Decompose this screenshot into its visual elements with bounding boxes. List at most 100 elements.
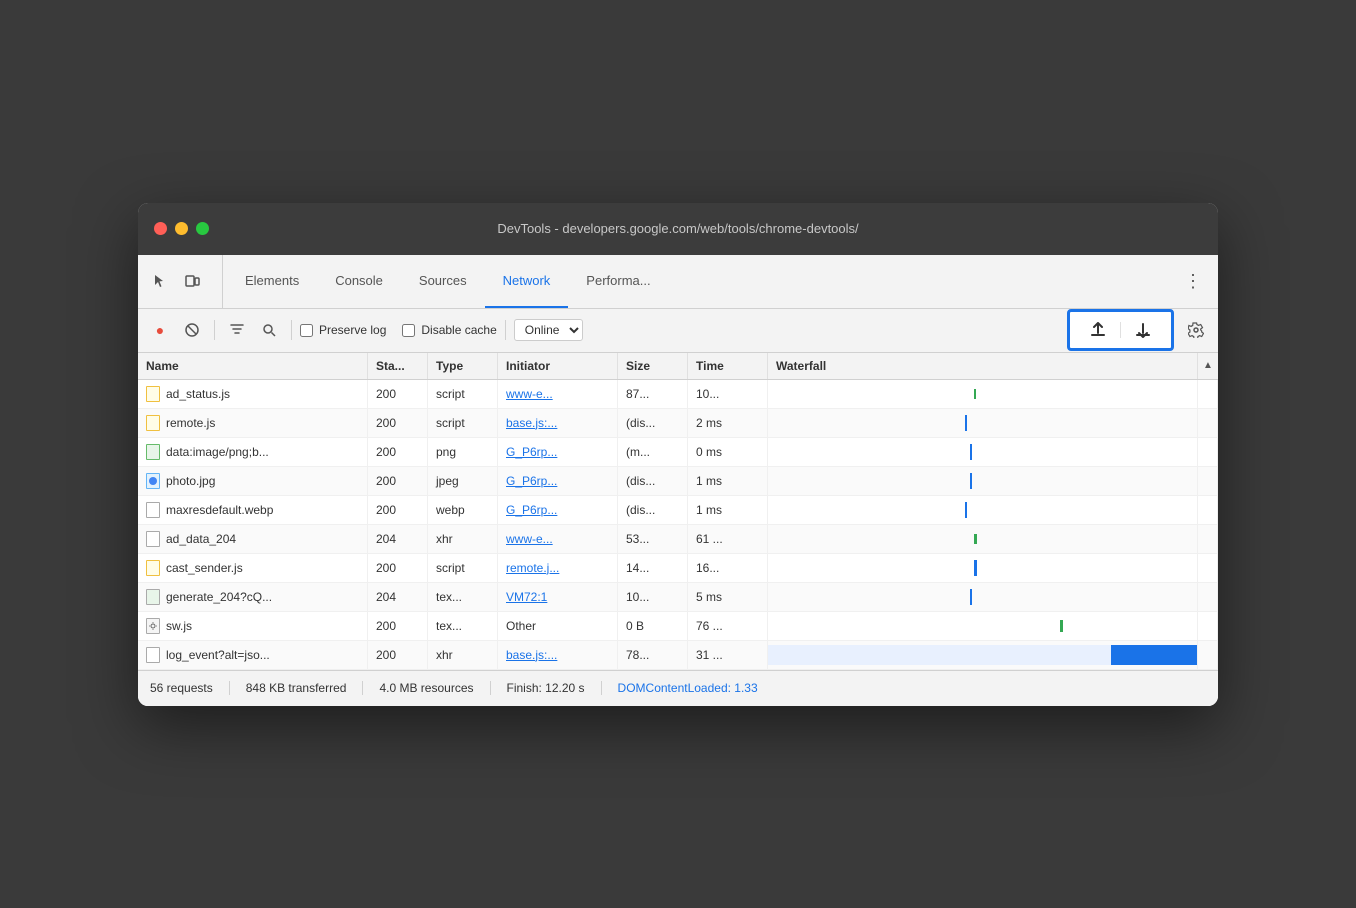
maximize-button[interactable] [196,222,209,235]
row-status: 200 [368,380,428,408]
select-tool-icon[interactable] [146,267,174,295]
upload-download-box [1067,309,1174,351]
col-status[interactable]: Sta... [368,353,428,379]
disable-cache-label[interactable]: Disable cache [402,323,496,337]
title-bar: DevTools - developers.google.com/web/too… [138,203,1218,255]
row-status: 200 [368,496,428,524]
col-size[interactable]: Size [618,353,688,379]
row-name: ad_data_204 [166,532,236,546]
col-time[interactable]: Time [688,353,768,379]
row-type: jpeg [428,467,498,495]
col-name[interactable]: Name [138,353,368,379]
ud-separator [1120,322,1121,338]
row-extra [1198,525,1218,553]
row-name: data:image/png;b... [166,445,269,459]
tab-bar: Elements Console Sources Network Perform… [138,255,1218,309]
row-extra [1198,554,1218,582]
row-type: script [428,554,498,582]
row-time: 0 ms [688,438,768,466]
col-sort[interactable]: ▲ [1198,353,1218,379]
row-type: script [428,380,498,408]
status-bar: 56 requests 848 KB transferred 4.0 MB re… [138,670,1218,706]
divider-3 [505,320,506,340]
tab-sources[interactable]: Sources [401,255,485,308]
row-name: maxresdefault.webp [166,503,273,517]
row-status: 204 [368,525,428,553]
row-type: png [428,438,498,466]
row-initiator: G_P6rp... [498,467,618,495]
more-tabs-button[interactable]: ⋮ [1176,255,1210,308]
row-name: cast_sender.js [166,561,243,575]
row-status: 200 [368,641,428,669]
row-waterfall [768,380,1198,408]
row-time: 76 ... [688,612,768,640]
col-waterfall[interactable]: Waterfall [768,353,1198,379]
table-row[interactable]: generate_204?cQ... 204 tex... VM72:1 10.… [138,583,1218,612]
clear-button[interactable] [178,316,206,344]
table-row[interactable]: sw.js 200 tex... Other 0 B 76 ... [138,612,1218,641]
row-time: 2 ms [688,409,768,437]
table-row[interactable]: remote.js 200 script base.js:... (dis...… [138,409,1218,438]
col-type[interactable]: Type [428,353,498,379]
row-extra [1198,467,1218,495]
divider-1 [214,320,215,340]
record-button[interactable]: ● [146,316,174,344]
file-icon [146,473,160,489]
row-status: 200 [368,612,428,640]
throttle-select[interactable]: Online [514,319,583,341]
row-size: 10... [618,583,688,611]
tab-elements[interactable]: Elements [227,255,317,308]
row-name: log_event?alt=jso... [166,648,270,662]
settings-button[interactable] [1182,316,1210,344]
row-status: 204 [368,583,428,611]
search-button[interactable] [255,316,283,344]
row-extra [1198,641,1218,669]
row-status: 200 [368,438,428,466]
transferred-size: 848 KB transferred [246,681,364,695]
row-size: 14... [618,554,688,582]
disable-cache-checkbox[interactable] [402,324,415,337]
row-status: 200 [368,409,428,437]
table-row[interactable]: log_event?alt=jso... 200 xhr base.js:...… [138,641,1218,670]
table-row[interactable]: cast_sender.js 200 script remote.j... 14… [138,554,1218,583]
row-initiator: VM72:1 [498,583,618,611]
row-time: 1 ms [688,467,768,495]
divider-2 [291,320,292,340]
row-status: 200 [368,467,428,495]
table-row[interactable]: ad_data_204 204 xhr www-e... 53... 61 ..… [138,525,1218,554]
upload-button[interactable] [1084,316,1112,344]
dom-content-loaded: DOMContentLoaded: 1.33 [618,681,774,695]
table-row[interactable]: maxresdefault.webp 200 webp G_P6rp... (d… [138,496,1218,525]
preserve-log-label[interactable]: Preserve log [300,323,386,337]
row-size: (dis... [618,467,688,495]
row-size: 0 B [618,612,688,640]
download-button[interactable] [1129,316,1157,344]
row-size: (m... [618,438,688,466]
row-waterfall [768,525,1198,553]
tab-network[interactable]: Network [485,255,569,308]
resources-size: 4.0 MB resources [379,681,490,695]
devtools-window: DevTools - developers.google.com/web/too… [138,203,1218,706]
table-row[interactable]: ad_status.js 200 script www-e... 87... 1… [138,380,1218,409]
minimize-button[interactable] [175,222,188,235]
close-button[interactable] [154,222,167,235]
filter-button[interactable] [223,316,251,344]
row-time: 1 ms [688,496,768,524]
table-row[interactable]: data:image/png;b... 200 png G_P6rp... (m… [138,438,1218,467]
tab-icon-group [146,255,223,308]
tab-performance[interactable]: Performa... [568,255,668,308]
device-toolbar-icon[interactable] [178,267,206,295]
row-waterfall [768,612,1198,640]
tab-console[interactable]: Console [317,255,401,308]
row-extra [1198,409,1218,437]
file-icon [146,444,160,460]
row-extra [1198,496,1218,524]
col-initiator[interactable]: Initiator [498,353,618,379]
table-row[interactable]: photo.jpg 200 jpeg G_P6rp... (dis... 1 m… [138,467,1218,496]
preserve-log-checkbox[interactable] [300,324,313,337]
traffic-lights [154,222,209,235]
row-name: photo.jpg [166,474,215,488]
file-icon [146,502,160,518]
row-waterfall [768,467,1198,495]
row-type: tex... [428,612,498,640]
